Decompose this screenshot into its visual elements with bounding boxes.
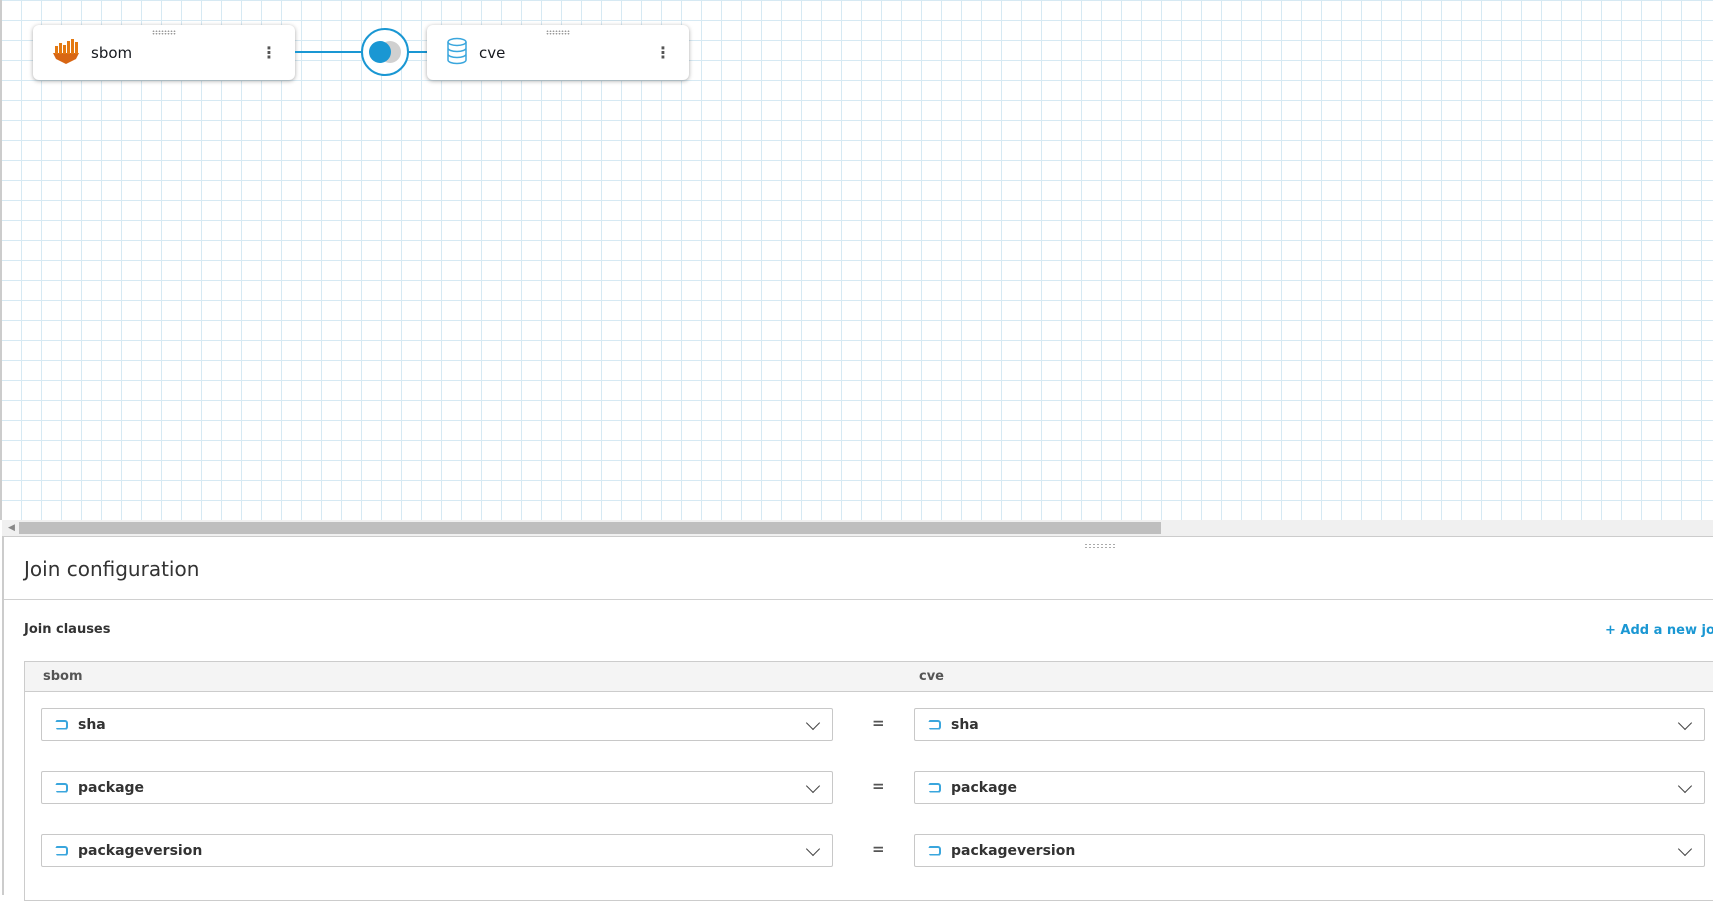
equals-operator: = [872,840,885,858]
selected-value: sha [78,716,106,733]
node-label: sbom [91,43,133,62]
left-field-select[interactable]: sha [41,708,833,741]
more-options-icon[interactable]: ⋮ [655,43,671,62]
amazon-athena-icon [51,37,81,69]
chevron-down-icon [805,715,821,731]
column-header-right: cve [919,669,944,684]
join-configuration-panel: Join configuration Join clauses + Add a … [2,537,1713,901]
join-clause-row: package = package [25,771,1713,804]
join-clauses-heading: Join clauses [24,622,111,637]
left-join-icon[interactable] [361,28,409,76]
field-tag-icon [54,845,68,856]
join-clauses-table: sbom cve sha = sha package = package pac… [24,661,1713,901]
chevron-down-icon [1677,841,1693,857]
field-tag-icon [54,719,68,730]
equals-operator: = [872,714,885,732]
chevron-down-icon [1677,778,1693,794]
resize-handle[interactable] [1084,543,1116,549]
divider [4,599,1713,600]
right-field-select[interactable]: sha [914,708,1705,741]
selected-value: package [78,779,145,796]
field-tag-icon [927,719,941,730]
node-cve[interactable]: cve ⋮ [427,25,689,80]
node-sbom[interactable]: sbom ⋮ [33,25,295,80]
left-field-select[interactable]: packageversion [41,834,833,867]
right-field-select[interactable]: packageversion [914,834,1705,867]
join-canvas[interactable]: sbom ⋮ cve ⋮ [0,0,1713,520]
add-join-clause-link[interactable]: + Add a new join c [1605,623,1713,638]
table-header: sbom cve [25,662,1713,692]
column-header-left: sbom [43,669,83,684]
join-clause-row: packageversion = packageversion [25,834,1713,867]
drag-handle[interactable] [152,30,176,35]
node-label: cve [479,43,506,62]
scroll-left-icon[interactable]: ◀ [8,523,15,533]
chevron-down-icon [1677,715,1693,731]
field-tag-icon [54,782,68,793]
selected-value: packageversion [78,842,203,859]
field-tag-icon [927,782,941,793]
database-icon [445,37,469,69]
chevron-down-icon [805,778,821,794]
field-tag-icon [927,845,941,856]
horizontal-scrollbar[interactable]: ◀ [2,520,1713,537]
equals-operator: = [872,777,885,795]
more-options-icon[interactable]: ⋮ [261,43,277,62]
chevron-down-icon [805,841,821,857]
right-field-select[interactable]: package [914,771,1705,804]
selected-value: packageversion [951,842,1076,859]
selected-value: package [951,779,1018,796]
scrollbar-thumb[interactable] [19,522,1161,534]
left-field-select[interactable]: package [41,771,833,804]
drag-handle[interactable] [546,30,570,35]
join-clause-row: sha = sha [25,708,1713,741]
selected-value: sha [951,716,979,733]
panel-title: Join configuration [24,557,200,581]
